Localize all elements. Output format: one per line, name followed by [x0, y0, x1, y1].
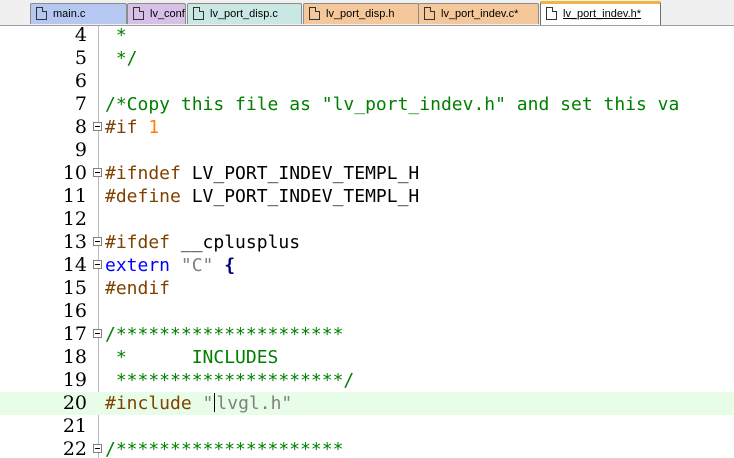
tab-label: lv_port_indev.c* — [441, 8, 519, 20]
code-text: /*Copy this file as "lv_port_indev.h" an… — [105, 94, 680, 115]
tab-main-c[interactable]: main.c — [30, 3, 127, 24]
code-line[interactable]: 13 #ifdef __cplusplus — [0, 231, 734, 254]
line-number: 14 — [62, 254, 87, 276]
code-line[interactable]: 5 */ — [0, 47, 734, 70]
code-text: *********************/ — [105, 370, 355, 391]
tab-label: lv_port_indev.h* — [563, 8, 642, 20]
tab-bar: main.c lv_conf.h lv_port_disp.c lv_port_dis… — [0, 0, 734, 26]
code-line[interactable]: 22 /********************* — [0, 438, 734, 458]
fold-toggle-icon[interactable] — [93, 444, 102, 453]
tab-lv-port-indev-c[interactable]: lv_port_indev.c* — [418, 3, 539, 24]
code-text: * INCLUDES — [105, 347, 279, 368]
code-line[interactable]: 15 #endif — [0, 277, 734, 300]
code-line[interactable]: 7 /*Copy this file as "lv_port_indev.h" a… — [0, 93, 734, 116]
line-number: 15 — [62, 277, 87, 299]
code-line[interactable]: 18 * INCLUDES — [0, 346, 734, 369]
line-number: 10 — [62, 162, 87, 184]
code-line[interactable]: 10 #ifndef LV_PORT_INDEV_TEMPL_H — [0, 162, 734, 185]
code-line[interactable]: 9 — [0, 139, 734, 162]
code-text: #include " lvgl.h" — [105, 393, 293, 414]
file-icon — [309, 7, 320, 20]
tab-label: lv_port_disp.h — [326, 8, 395, 20]
code-text: #ifdef __cplusplus — [105, 232, 301, 253]
line-number: 9 — [74, 139, 87, 161]
code-line[interactable]: 20 #include " lvgl.h" — [0, 392, 734, 415]
tab-label: lv_conf.h — [150, 8, 185, 20]
fold-toggle-icon[interactable] — [93, 237, 102, 246]
fold-toggle-icon[interactable] — [93, 260, 102, 269]
line-number: 19 — [62, 369, 87, 391]
file-icon — [133, 7, 144, 20]
fold-toggle-icon[interactable] — [93, 329, 102, 338]
code-line[interactable]: 19 *********************/ — [0, 369, 734, 392]
line-number: 21 — [62, 415, 87, 437]
code-line[interactable]: 12 — [0, 208, 734, 231]
fold-toggle-icon[interactable] — [93, 122, 102, 131]
line-number: 13 — [62, 231, 87, 253]
tab-label: main.c — [53, 8, 86, 20]
code-text: #endif — [105, 278, 171, 299]
tab-lv-port-disp-h[interactable]: lv_port_disp.h — [303, 3, 419, 24]
file-icon — [36, 7, 47, 20]
line-number: 11 — [62, 185, 87, 207]
code-line[interactable]: 6 — [0, 70, 734, 93]
line-number: 16 — [62, 300, 87, 322]
code-line[interactable]: 21 — [0, 415, 734, 438]
file-icon — [546, 7, 557, 20]
code-text: #if 1 — [105, 117, 160, 138]
code-line[interactable]: 8 #if 1 — [0, 116, 734, 139]
tab-label: lv_port_disp.c — [210, 8, 278, 20]
code-text: extern "C" { — [105, 255, 236, 276]
code-text: * — [105, 26, 127, 46]
line-number: 20 — [62, 392, 87, 414]
code-line[interactable]: 11 #define LV_PORT_INDEV_TEMPL_H — [0, 185, 734, 208]
code-text: /********************* — [105, 439, 344, 458]
line-number: 17 — [62, 323, 87, 345]
line-number: 22 — [62, 438, 87, 458]
line-number: 6 — [74, 70, 87, 92]
tab-lv-port-disp-c[interactable]: lv_port_disp.c — [187, 3, 302, 24]
line-number: 7 — [74, 93, 87, 115]
code-editor[interactable]: 4 * 5 */6 7/*Copy this file as "lv_port_in… — [0, 26, 734, 458]
code-text: #define LV_PORT_INDEV_TEMPL_H — [105, 186, 420, 207]
file-icon — [424, 7, 435, 20]
line-number: 8 — [74, 116, 87, 138]
tab-lv-conf-h[interactable]: lv_conf.h — [127, 3, 186, 24]
code-line[interactable]: 17 /********************* — [0, 323, 734, 346]
code-line[interactable]: 16 — [0, 300, 734, 323]
file-icon — [193, 7, 204, 20]
fold-toggle-icon[interactable] — [93, 168, 102, 177]
line-number: 5 — [74, 47, 87, 69]
code-line[interactable]: 14 extern "C" { — [0, 254, 734, 277]
line-number: 12 — [62, 208, 87, 230]
code-line[interactable]: 4 * — [0, 26, 734, 47]
code-text: /********************* — [105, 324, 344, 345]
code-text: */ — [105, 48, 138, 69]
tab-lv-port-indev-h[interactable]: lv_port_indev.h* — [540, 1, 661, 25]
line-number: 18 — [62, 346, 87, 368]
code-text: #ifndef LV_PORT_INDEV_TEMPL_H — [105, 163, 420, 184]
line-number: 4 — [74, 26, 87, 46]
